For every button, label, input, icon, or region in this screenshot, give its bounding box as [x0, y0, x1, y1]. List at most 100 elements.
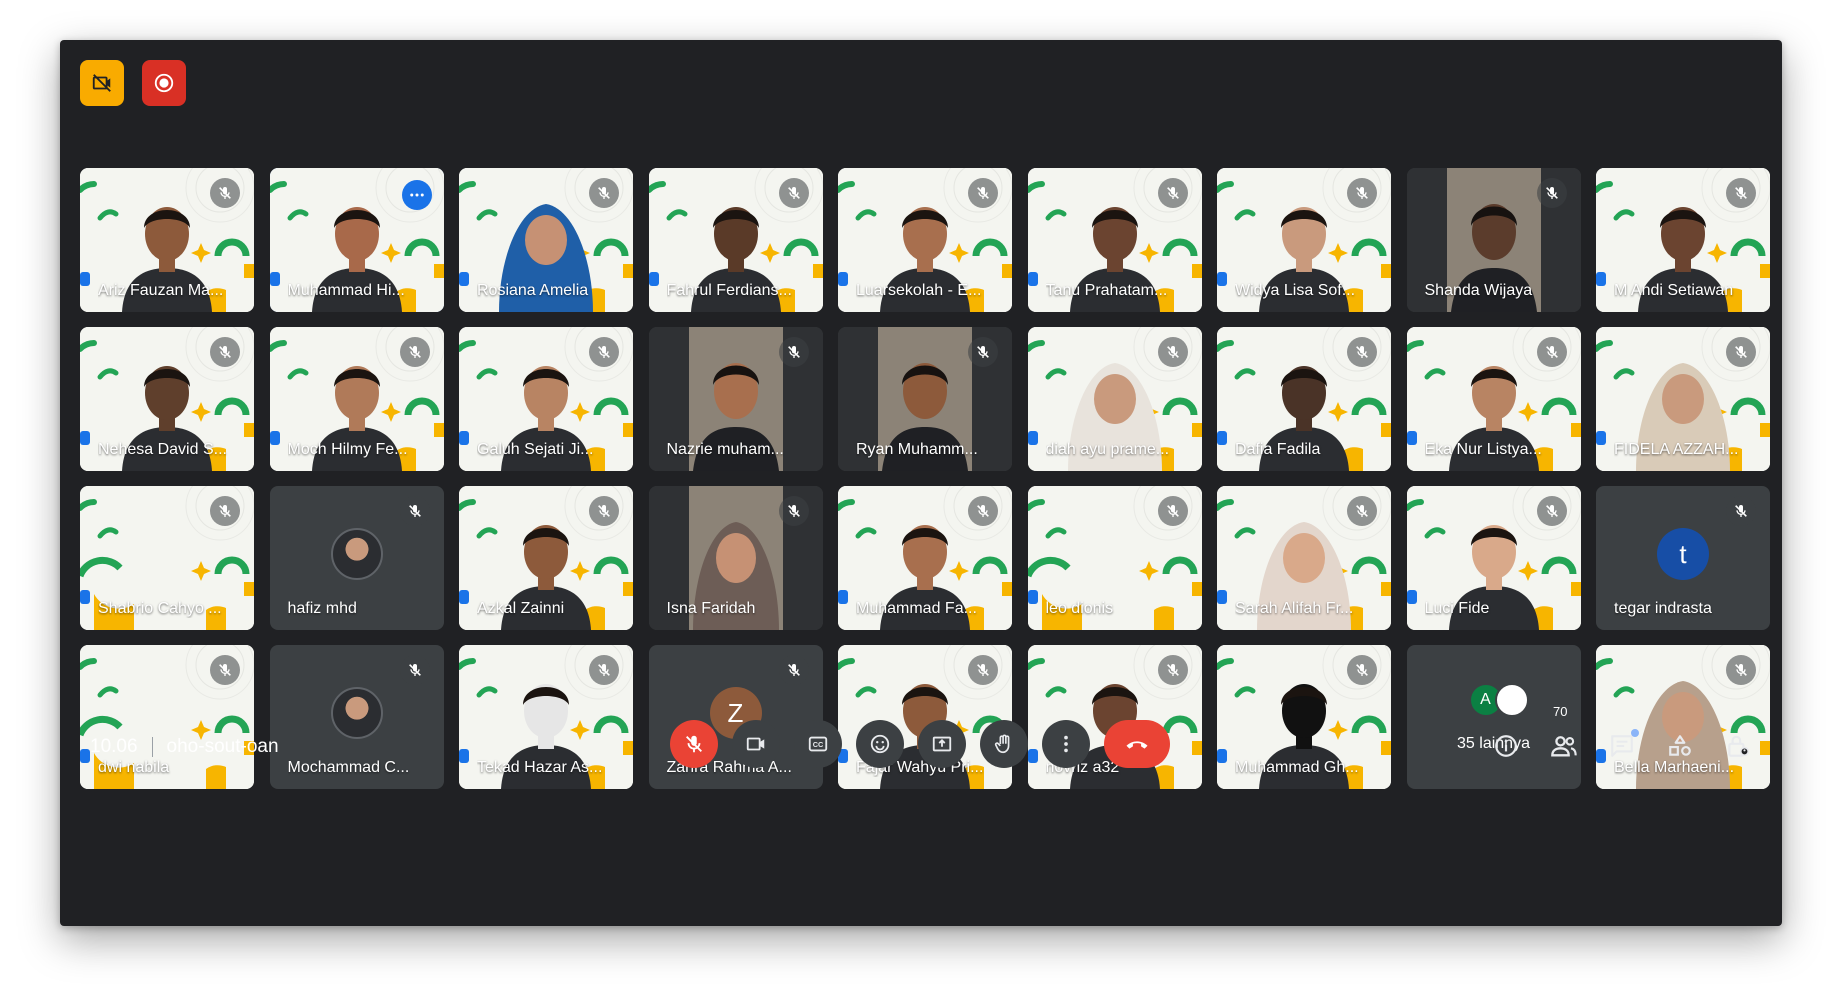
participant-tile[interactable]: Galuh Sejati Ji... — [459, 327, 633, 471]
present-screen-button[interactable] — [918, 720, 966, 768]
mic-off-icon — [408, 346, 421, 358]
participant-tile[interactable]: Fahrul Ferdians... — [648, 168, 823, 312]
mic-off-icon — [1735, 346, 1747, 358]
mic-off-icon — [787, 346, 800, 358]
participant-tile[interactable]: leo dionis — [1027, 486, 1202, 630]
mic-off-icon — [1735, 505, 1747, 517]
participant-name: Sarah Alifah Fr... — [1235, 600, 1354, 617]
meeting-code[interactable]: oho-sout-oan — [167, 736, 279, 758]
meet-window: Ariz Fauzan Ma... Muhammad Hi... Rosiana A… — [60, 40, 1782, 926]
participant-name: Ariz Fauzan Ma... — [98, 282, 224, 299]
people-button[interactable]: 70 — [1546, 702, 1578, 760]
avatar — [330, 528, 383, 580]
leave-call-button[interactable] — [1104, 720, 1170, 768]
participant-tile[interactable]: Eka Nur Listya... — [1406, 327, 1581, 471]
muted-indicator — [968, 178, 998, 208]
muted-indicator — [1347, 655, 1377, 685]
avatar — [1494, 683, 1529, 717]
reactions-button[interactable] — [856, 720, 904, 768]
svg-text:CC: CC — [813, 740, 824, 749]
recording-indicator[interactable] — [142, 60, 186, 106]
participant-tile[interactable]: diah ayu prame... — [1027, 327, 1202, 471]
participant-name: leo dionis — [1045, 600, 1114, 617]
participant-tile[interactable]: Muhammad Hi... — [269, 168, 444, 312]
participant-name: Luarsekolah - E... — [856, 282, 982, 299]
participant-tile[interactable]: Luci Fide — [1406, 486, 1581, 630]
participant-tile[interactable]: Luarsekolah - E... — [838, 168, 1012, 312]
mic-off-icon — [408, 664, 421, 676]
participant-tile[interactable]: Sarah Alifah Fr... — [1217, 486, 1391, 630]
mic-off-icon — [1356, 505, 1368, 517]
more-options-button[interactable] — [1042, 720, 1090, 768]
mic-off-icon — [1166, 505, 1179, 517]
participant-tile[interactable]: Muhammad Fa... — [838, 486, 1012, 630]
meeting-details-button[interactable] — [1492, 732, 1520, 760]
participant-name: hafiz mhd — [287, 600, 357, 617]
mic-off-icon — [408, 505, 421, 517]
muted-indicator — [210, 496, 240, 526]
host-controls-button[interactable] — [1724, 732, 1752, 760]
mic-toggle-button[interactable] — [670, 720, 718, 768]
mic-off-icon — [1356, 187, 1368, 199]
emoji-icon — [870, 734, 890, 754]
muted-indicator — [399, 337, 430, 367]
participant-tile[interactable]: Nehesa David S... — [80, 327, 254, 471]
recording-disabled-badge[interactable] — [80, 60, 124, 106]
unread-dot — [1631, 729, 1639, 737]
mic-off-icon — [1735, 187, 1747, 199]
participant-name: Eka Nur Listya... — [1424, 441, 1542, 458]
participant-name: M Andi Setiawan — [1614, 282, 1734, 299]
mic-off-icon — [977, 346, 989, 358]
participant-tile[interactable]: Isna Faridah — [648, 486, 823, 630]
participant-tile[interactable]: t tegar indrasta — [1596, 486, 1770, 630]
call-controls: CC — [670, 720, 1170, 768]
mic-off-icon — [598, 187, 610, 199]
raise-hand-button[interactable] — [980, 720, 1028, 768]
mic-off-icon — [1356, 664, 1368, 676]
activities-button[interactable] — [1666, 732, 1694, 760]
mic-off-icon — [1166, 346, 1179, 358]
participant-tile[interactable]: Rosiana Amelia — [459, 168, 633, 312]
participant-tile[interactable]: Azkal Zainni — [459, 486, 633, 630]
captions-button[interactable]: CC — [794, 720, 842, 768]
participant-name: Tanu Prahatam... — [1045, 282, 1168, 299]
chat-icon — [1611, 735, 1633, 757]
muted-indicator — [210, 178, 240, 208]
muted-indicator — [1157, 337, 1188, 367]
muted-indicator — [778, 655, 809, 685]
muted-indicator — [1726, 178, 1756, 208]
participant-tile[interactable]: M Andi Setiawan — [1596, 168, 1770, 312]
chat-button[interactable] — [1608, 729, 1639, 760]
more-horizontal-icon — [409, 193, 424, 197]
mic-off-icon — [787, 187, 800, 199]
video-camera-icon — [746, 737, 765, 751]
participant-tile[interactable]: Nazrie muham... — [648, 327, 823, 471]
mic-off-icon — [219, 346, 231, 358]
participant-tile[interactable]: Widya Lisa Sof... — [1217, 168, 1391, 312]
participant-name: tegar indrasta — [1614, 600, 1712, 617]
participant-name: diah ayu prame... — [1045, 441, 1170, 458]
shapes-icon — [1669, 735, 1691, 756]
overflow-avatars: A — [1468, 683, 1529, 717]
muted-indicator — [210, 655, 240, 685]
participant-tile[interactable]: Ryan Muhamm... — [838, 327, 1012, 471]
hand-icon — [994, 734, 1010, 754]
bottom-bar: 10.06 oho-sout-oan CC 70 — [60, 702, 1782, 814]
muted-indicator — [968, 337, 998, 367]
muted-indicator — [1347, 496, 1377, 526]
mic-off-icon — [787, 505, 800, 517]
muted-indicator — [589, 178, 619, 208]
participant-options-button[interactable] — [401, 180, 432, 210]
participant-tile[interactable]: Shanda Wijaya — [1406, 168, 1581, 312]
participant-tile[interactable]: Dafia Fadila — [1217, 327, 1391, 471]
participant-tile[interactable]: Shabrio Cahyo ... — [80, 486, 254, 630]
participant-tile[interactable]: FIDELA AZZAH... — [1596, 327, 1770, 471]
participant-tile[interactable]: Moch Hilmy Fe... — [269, 327, 444, 471]
camera-toggle-button[interactable] — [732, 720, 780, 768]
participant-tile[interactable]: Tanu Prahatam... — [1027, 168, 1202, 312]
participant-tile[interactable]: Ariz Fauzan Ma... — [80, 168, 254, 312]
mic-off-icon — [1735, 664, 1747, 676]
muted-indicator — [589, 655, 619, 685]
participant-tile[interactable]: hafiz mhd — [269, 486, 444, 630]
mic-off-icon — [219, 187, 231, 199]
